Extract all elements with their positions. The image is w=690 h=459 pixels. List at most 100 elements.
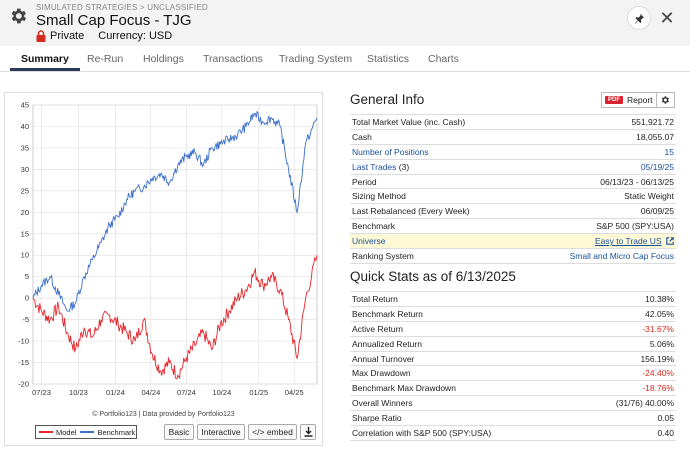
pin-button[interactable]	[627, 6, 651, 30]
x-tick-label: 10/24	[212, 388, 231, 397]
legend-item-model[interactable]: Model	[39, 428, 76, 437]
tab-transactions[interactable]: Transactions	[192, 48, 274, 71]
row-value: 0.05	[577, 410, 676, 426]
table-row: Total Return 10.38%	[350, 291, 676, 307]
performance-chart-panel: -20 -15 -10 -5 0 5 10 15 20 25 30 35 40 45 07/23 10/23 0…	[4, 92, 323, 446]
row-value: -31.67%	[577, 320, 676, 337]
report-button[interactable]: PDF Report	[601, 92, 657, 108]
report-settings-button[interactable]	[656, 92, 675, 108]
tab-rerun[interactable]: Re-Run	[76, 48, 134, 71]
y-tick-label: 25	[21, 186, 29, 195]
tab-statistics[interactable]: Statistics	[356, 48, 420, 71]
plot-area	[32, 104, 318, 385]
table-row: Benchmark Return 42.05%	[350, 305, 676, 322]
close-button[interactable]: ✕	[655, 6, 679, 30]
table-row: Period 06/13/23 - 06/13/25	[350, 173, 676, 189]
table-row: Sharpe Ratio 0.05	[350, 410, 676, 426]
row-value: 551,921.72	[522, 114, 676, 130]
row-label: Cash	[350, 128, 523, 145]
quick-stats-title: Quick Stats as of 6/13/2025	[350, 269, 516, 284]
basic-button[interactable]: Basic	[164, 424, 194, 440]
universe-link[interactable]: Universe	[350, 233, 523, 249]
breadcrumb[interactable]: SIMULATED STRATEGIES > UNCLASSIFIED	[36, 3, 208, 12]
table-row: Benchmark S&P 500 (SPY:USA)	[350, 218, 676, 234]
tab-holdings[interactable]: Holdings	[132, 48, 195, 71]
row-value: 42.05%	[577, 305, 676, 322]
legend-item-benchmark[interactable]: Benchmark	[80, 428, 135, 437]
performance-chart[interactable]: -20 -15 -10 -5 0 5 10 15 20 25 30 35 40 45 07/23 10/23 0…	[5, 93, 322, 411]
positions-value-link[interactable]: 15	[522, 143, 676, 160]
positions-link[interactable]: Number of Positions	[350, 143, 523, 160]
tab-trading-system[interactable]: Trading System	[268, 48, 363, 71]
row-value: 18,055.07	[522, 128, 676, 145]
table-row: Last Trades (3) 05/19/25	[350, 158, 676, 175]
report-button-group: PDF Report	[601, 92, 675, 108]
row-label: Total Market Value (inc. Cash)	[350, 114, 523, 130]
x-tick-label: 04/24	[141, 388, 160, 397]
y-tick-label: 30	[21, 165, 29, 174]
pin-icon	[634, 13, 644, 24]
row-label: Benchmark	[350, 218, 523, 234]
row-label: Annual Turnover	[350, 350, 578, 366]
interactive-button[interactable]: Interactive	[197, 424, 245, 440]
quick-stats-table: Total Return 10.38% Benchmark Return 42.…	[350, 291, 676, 441]
row-label: Ranking System	[350, 248, 523, 264]
legend-label-benchmark: Benchmark	[97, 427, 136, 437]
tab-charts[interactable]: Charts	[417, 48, 470, 71]
table-row: Active Return -31.67%	[350, 320, 676, 337]
row-value: 06/13/23 - 06/13/25	[522, 173, 676, 189]
row-label: Total Return	[350, 291, 578, 307]
x-tick-label: 04/25	[285, 388, 304, 397]
y-tick-label: 5	[25, 272, 29, 281]
y-tick-label: 45	[21, 101, 29, 110]
y-tick-label: 35	[21, 143, 29, 152]
table-row: Benchmark Max Drawdown -18.76%	[350, 380, 676, 396]
embed-button[interactable]: </> embed	[248, 424, 297, 440]
universe-value-link[interactable]: Easy to Trade US	[595, 236, 662, 246]
report-label: Report	[627, 95, 653, 105]
download-icon	[304, 427, 312, 437]
last-trades-cell: Last Trades (3)	[350, 158, 523, 175]
pdf-icon: PDF	[605, 96, 623, 104]
table-row: Cash 18,055.07	[350, 128, 676, 145]
last-trades-link[interactable]: Last Trades	[352, 162, 396, 172]
chart-legend: Model Benchmark	[35, 425, 137, 439]
tab-summary[interactable]: Summary	[10, 48, 80, 71]
tab-bar: Summary Re-Run Holdings Transactions Tra…	[0, 48, 690, 72]
row-value: 10.38%	[577, 291, 676, 307]
row-value: Static Weight	[522, 188, 676, 204]
download-button[interactable]	[300, 424, 316, 440]
row-value: 0.40	[577, 425, 676, 441]
gear-icon[interactable]	[8, 6, 28, 26]
privacy-label: Private	[50, 30, 85, 42]
strategy-meta: Private Currency: USD	[36, 30, 172, 42]
row-label: Annualized Return	[350, 335, 578, 352]
x-tick-label: 01/24	[106, 388, 125, 397]
row-value: -24.40%	[577, 365, 676, 381]
table-row: Max Drawdown -24.40%	[350, 365, 676, 381]
y-tick-label: 40	[21, 122, 29, 131]
table-row: Sizing Method Static Weight	[350, 188, 676, 204]
y-tick-label: -15	[18, 358, 29, 367]
row-label: Last Rebalanced (Every Week)	[350, 203, 523, 219]
external-link-icon[interactable]	[666, 237, 674, 245]
ranking-system-link[interactable]: Small and Micro Cap Focus	[522, 248, 676, 264]
table-row: Annualized Return 5.06%	[350, 335, 676, 352]
universe-value-cell: Easy to Trade US	[522, 233, 676, 249]
legend-swatch-benchmark	[80, 431, 95, 433]
row-label: Active Return	[350, 320, 578, 337]
currency-label: Currency: USD	[98, 30, 173, 42]
row-value: -18.76%	[577, 380, 676, 396]
page-title: Small Cap Focus - TJG	[36, 12, 192, 29]
table-row: Total Market Value (inc. Cash) 551,921.7…	[350, 114, 676, 130]
table-row: Ranking System Small and Micro Cap Focus	[350, 248, 676, 264]
x-tick-label: 07/24	[177, 388, 196, 397]
x-tick-label: 10/23	[69, 388, 88, 397]
last-trades-date-link[interactable]: 05/19/25	[522, 158, 676, 175]
y-tick-label: 15	[21, 229, 29, 238]
y-tick-label: -20	[18, 380, 29, 389]
y-tick-label: 10	[21, 251, 29, 260]
legend-swatch-model	[39, 431, 53, 433]
table-row: Last Rebalanced (Every Week) 06/09/25	[350, 203, 676, 219]
y-tick-label: 0	[25, 294, 29, 303]
